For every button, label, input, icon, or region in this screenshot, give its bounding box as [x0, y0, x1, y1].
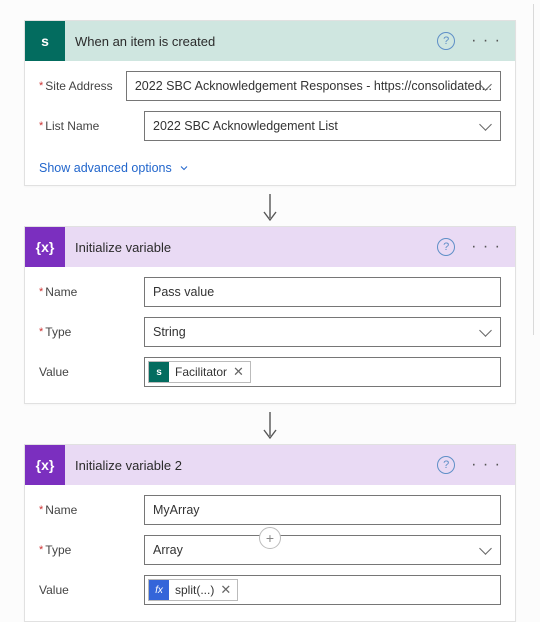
init-var-1-body: *Name Pass value *Type String Value [25, 267, 515, 403]
site-address-row: * Site Address 2022 SBC Acknowledgement … [39, 71, 501, 101]
add-step-button[interactable]: + [259, 527, 281, 549]
site-address-value: 2022 SBC Acknowledgement Responses - htt… [135, 79, 492, 93]
type-value: String [153, 325, 186, 339]
scrollbar-hint [532, 0, 536, 551]
trigger-title: When an item is created [75, 34, 427, 49]
init-var-2-title: Initialize variable 2 [75, 458, 427, 473]
trigger-header[interactable]: s When an item is created ? · · · [25, 21, 515, 61]
init-var-2-body: *Name MyArray *Type Array Value [25, 485, 515, 621]
fx-token-icon: fx [149, 580, 169, 600]
name-label: *Name [39, 503, 134, 517]
help-icon[interactable]: ? [437, 238, 455, 256]
more-icon[interactable]: · · · [465, 238, 507, 256]
sharepoint-token-icon: s [149, 362, 169, 382]
type-select[interactable]: Array [144, 535, 501, 565]
required-marker: * [39, 80, 43, 92]
token-label: Facilitator [175, 365, 227, 379]
site-address-label: * Site Address [39, 79, 116, 93]
trigger-body: * Site Address 2022 SBC Acknowledgement … [25, 61, 515, 157]
list-name-row: * List Name 2022 SBC Acknowledgement Lis… [39, 111, 501, 141]
help-icon[interactable]: ? [437, 456, 455, 474]
name-label: *Name [39, 285, 134, 299]
expression-token[interactable]: fx split(...) ✕ [148, 579, 238, 601]
init-var-2-header[interactable]: {x} Initialize variable 2 ? · · · [25, 445, 515, 485]
type-label: *Type [39, 543, 134, 557]
variable-icon: {x} [25, 445, 65, 485]
more-icon[interactable]: · · · [465, 456, 507, 474]
help-icon[interactable]: ? [437, 32, 455, 50]
init-var-1-card: {x} Initialize variable ? · · · *Name Pa… [24, 226, 516, 404]
name-value: Pass value [153, 285, 214, 299]
dynamic-content-token[interactable]: s Facilitator ✕ [148, 361, 251, 383]
list-name-label-text: List Name [45, 119, 99, 133]
variable-icon: {x} [25, 227, 65, 267]
type-label: *Type [39, 325, 134, 339]
flow-arrow [24, 410, 516, 442]
type-select[interactable]: String [144, 317, 501, 347]
init-var-1-title: Initialize variable [75, 240, 427, 255]
list-name-select[interactable]: 2022 SBC Acknowledgement List [144, 111, 501, 141]
token-label: split(...) [175, 583, 214, 597]
arrow-down-icon [260, 410, 280, 442]
name-input[interactable]: Pass value [144, 277, 501, 307]
init-var-1-header[interactable]: {x} Initialize variable ? · · · [25, 227, 515, 267]
more-icon[interactable]: · · · [465, 32, 507, 50]
show-advanced-link[interactable]: Show advanced options [25, 157, 515, 185]
list-name-label: * List Name [39, 119, 134, 133]
value-input[interactable]: s Facilitator ✕ [144, 357, 501, 387]
required-marker: * [39, 120, 43, 132]
chevron-down-icon [178, 162, 190, 174]
sharepoint-icon: s [25, 21, 65, 61]
token-remove-icon[interactable]: ✕ [220, 582, 231, 598]
site-address-label-text: Site Address [45, 79, 112, 93]
arrow-down-icon [260, 192, 280, 224]
list-name-value: 2022 SBC Acknowledgement List [153, 119, 338, 133]
flow-arrow [24, 192, 516, 224]
token-remove-icon[interactable]: ✕ [233, 364, 244, 380]
name-value: MyArray [153, 503, 200, 517]
value-label: Value [39, 583, 134, 597]
type-value: Array [153, 543, 183, 557]
site-address-select[interactable]: 2022 SBC Acknowledgement Responses - htt… [126, 71, 501, 101]
trigger-card: s When an item is created ? · · · * Site… [24, 20, 516, 186]
value-input[interactable]: fx split(...) ✕ [144, 575, 501, 605]
show-advanced-text: Show advanced options [39, 161, 172, 175]
value-label: Value [39, 365, 134, 379]
name-input[interactable]: MyArray [144, 495, 501, 525]
